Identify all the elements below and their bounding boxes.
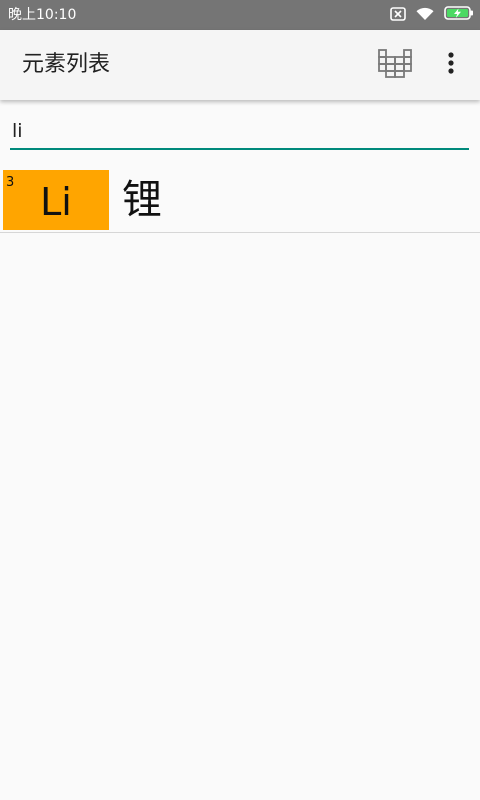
element-tile: 3 Li (3, 170, 109, 230)
battery-charging-icon (444, 5, 474, 25)
status-bar: 晚上10:10 (0, 0, 480, 30)
more-options-button[interactable] (438, 48, 464, 82)
more-vert-icon (447, 52, 455, 78)
wifi-icon (416, 6, 434, 25)
list-item[interactable]: 3 Li 锂 (0, 168, 480, 233)
element-symbol: Li (40, 180, 72, 224)
search-field-container (10, 110, 470, 154)
periodic-table-icon (377, 47, 413, 83)
element-name: 锂 (122, 177, 162, 223)
search-input[interactable] (10, 118, 469, 150)
page-title: 元素列表 (22, 52, 111, 77)
app-bar: 元素列表 (0, 30, 480, 100)
sim-off-icon (390, 6, 406, 25)
status-time: 晚上10:10 (8, 7, 77, 23)
status-icons (390, 5, 474, 25)
periodic-table-button[interactable] (374, 48, 416, 82)
